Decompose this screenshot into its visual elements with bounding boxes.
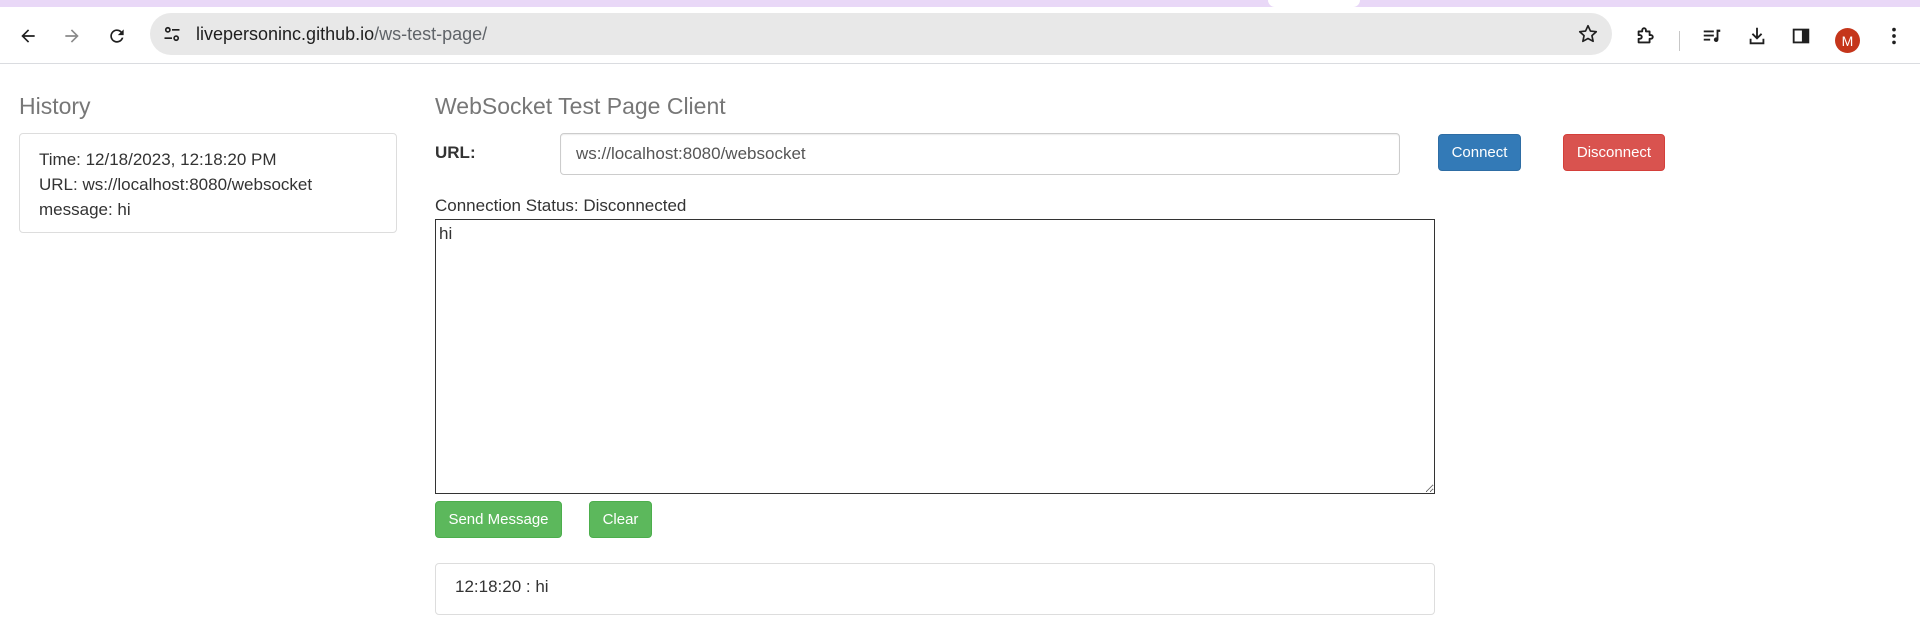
media-controls-button[interactable] [1695,19,1729,53]
history-entry: Time: 12/18/2023, 12:18:20 PM URL: ws://… [19,133,397,233]
address-bar[interactable]: livepersoninc.github.io/ws-test-page/ [150,13,1612,55]
history-title: History [19,93,91,119]
reload-icon [110,29,124,43]
connect-button[interactable]: Connect [1438,134,1521,171]
url-host: livepersoninc.github.io [196,24,375,44]
puzzle-icon [1637,27,1654,44]
history-message: message: hi [39,200,131,219]
star-icon [1578,24,1598,43]
history-time: Time: 12/18/2023, 12:18:20 PM [39,150,277,169]
browser-menu-button[interactable] [1877,19,1911,53]
disconnect-button[interactable]: Disconnect [1563,134,1665,171]
forward-button[interactable] [55,19,89,53]
page-content: History Time: 12/18/2023, 12:18:20 PM UR… [0,64,1920,637]
extensions-button[interactable] [1628,19,1662,53]
playlist-icon [1703,29,1721,43]
more-vert-icon [1892,27,1896,45]
active-tab-edge[interactable] [1268,0,1360,7]
history-url: URL: ws://localhost:8080/websocket [39,175,313,194]
bookmark-button[interactable] [1576,22,1600,46]
url-path: /ws-test-page/ [374,24,488,44]
site-info-button[interactable] [156,18,188,50]
browser-toolbar: livepersoninc.github.io/ws-test-page/ M [0,7,1920,64]
tune-icon [164,26,180,42]
send-message-button[interactable]: Send Message [435,501,562,538]
side-panel-button[interactable] [1784,19,1818,53]
log-entry: 12:18:20 : hi [455,577,549,596]
download-icon [1749,27,1765,45]
clear-button[interactable]: Clear [589,501,652,538]
url-input[interactable] [560,133,1400,175]
reload-button[interactable] [100,19,134,53]
address-text[interactable]: livepersoninc.github.io/ws-test-page/ [196,24,487,45]
url-label: URL: [435,143,476,162]
tab-strip [0,0,1920,7]
message-textarea[interactable]: hi [435,219,1435,494]
toolbar-separator [1679,31,1680,51]
connection-status: Connection Status: Disconnected [435,196,687,215]
arrow-left-icon [21,29,35,43]
downloads-button[interactable] [1740,19,1774,53]
arrow-right-icon [65,29,79,43]
message-log: 12:18:20 : hi [435,563,1435,615]
back-button[interactable] [11,19,45,53]
page-title: WebSocket Test Page Client [435,93,726,119]
side-panel-icon [1792,28,1810,44]
profile-avatar[interactable]: M [1835,28,1860,53]
